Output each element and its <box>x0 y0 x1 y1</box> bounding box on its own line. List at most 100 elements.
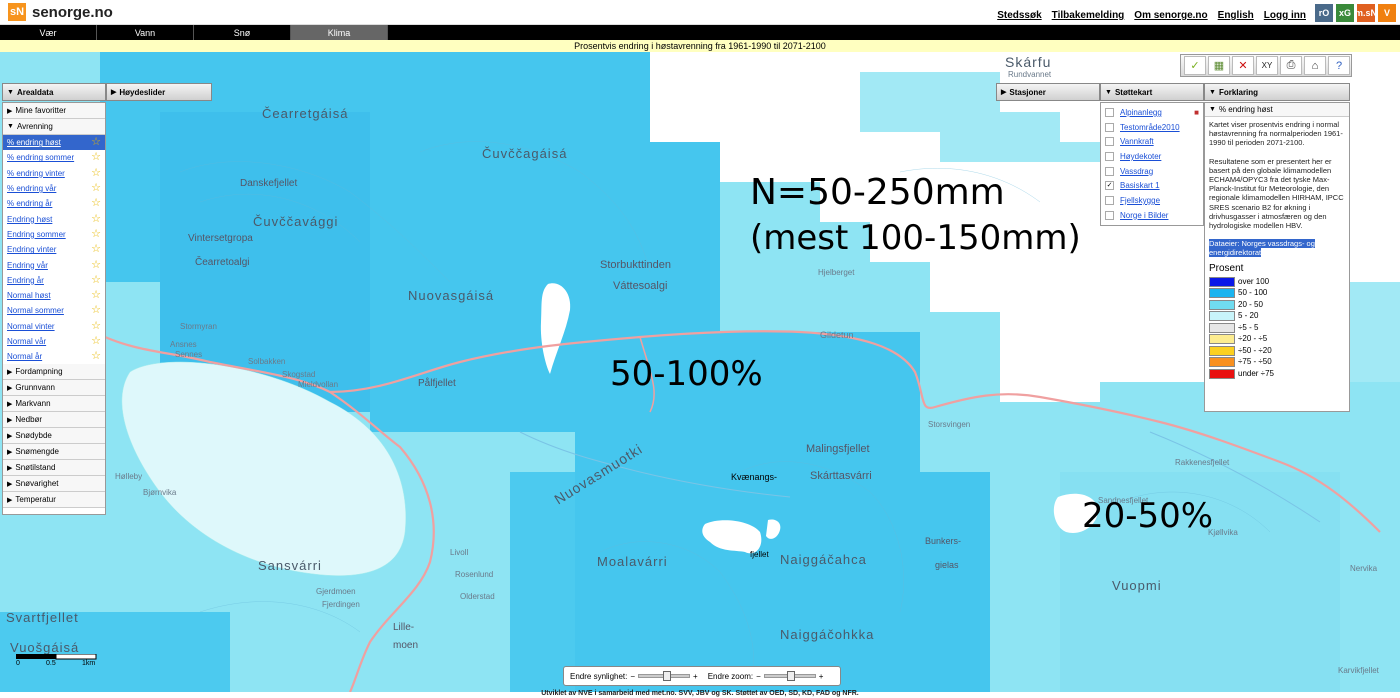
checkbox[interactable] <box>1105 122 1114 132</box>
favorite-star-icon[interactable]: ☆ <box>91 259 101 271</box>
layer-link[interactable]: Endring vår <box>7 261 48 270</box>
print-icon[interactable]: ⎙ <box>1280 56 1302 75</box>
favorite-star-icon[interactable]: ☆ <box>91 213 101 225</box>
section-item[interactable]: ▶ Snødybde <box>3 428 105 445</box>
tab-vaer[interactable]: Vær <box>0 25 97 40</box>
stottekart-item[interactable]: Testområde2010 <box>1101 120 1203 135</box>
link-tilbakemelding[interactable]: Tilbakemelding <box>1052 10 1125 21</box>
tab-klima[interactable]: Klima <box>291 25 388 40</box>
partner-logo[interactable]: rO <box>1315 4 1333 22</box>
layer-item[interactable]: Normal sommer ☆ <box>3 303 105 318</box>
partner-logo[interactable]: m.sN <box>1355 4 1377 22</box>
stottekart-link[interactable]: Testområde2010 <box>1120 123 1180 132</box>
tab-sno[interactable]: Snø <box>194 25 291 40</box>
favorite-star-icon[interactable]: ☆ <box>91 320 101 332</box>
layer-link[interactable]: Normal år <box>7 352 42 361</box>
layer-item[interactable]: Normal år ☆ <box>3 349 105 364</box>
help-icon[interactable]: ? <box>1328 56 1350 75</box>
zoom-thumb[interactable] <box>786 671 795 681</box>
favorite-star-icon[interactable]: ☆ <box>91 244 101 255</box>
link-om[interactable]: Om senorge.no <box>1134 10 1207 21</box>
stottekart-link[interactable]: Vannkraft <box>1120 137 1154 146</box>
plus-icon[interactable]: + <box>693 672 698 681</box>
layer-item[interactable]: % endring vår ☆ <box>3 181 105 196</box>
link-english[interactable]: English <box>1218 10 1254 21</box>
partner-logo[interactable]: V <box>1378 4 1396 22</box>
stottekart-item[interactable]: ✓ Basiskart 1 <box>1101 178 1203 193</box>
grid-icon[interactable]: ▦ <box>1208 56 1230 75</box>
layer-item[interactable]: % endring vinter ☆ <box>3 166 105 181</box>
home-icon[interactable]: ⌂ <box>1304 56 1326 75</box>
visibility-track[interactable] <box>638 671 691 681</box>
layer-link[interactable]: % endring høst <box>7 138 61 147</box>
layer-link[interactable]: Normal høst <box>7 291 51 300</box>
layer-link[interactable]: Normal sommer <box>7 306 64 315</box>
favorite-star-icon[interactable]: ☆ <box>91 228 101 240</box>
section-item[interactable]: ▶ Snøtilstand <box>3 460 105 477</box>
section-item[interactable]: ▶ Snøvarighet <box>3 476 105 493</box>
layer-item[interactable]: Endring vinter ☆ <box>3 242 105 257</box>
section-avrenning[interactable]: ▼ Avrenning <box>3 119 105 135</box>
section-item[interactable]: ▶ Markvann <box>3 396 105 413</box>
layer-item[interactable]: % endring år ☆ <box>3 196 105 211</box>
minus-icon[interactable]: − <box>630 672 635 681</box>
section-item[interactable]: ▶ Temperatur <box>3 492 105 509</box>
stottekart-link[interactable]: Norge i Bilder <box>1120 211 1168 220</box>
layer-link[interactable]: % endring vinter <box>7 169 65 178</box>
favorite-star-icon[interactable]: ☆ <box>91 183 101 194</box>
section-item[interactable]: ▶ Nedbør <box>3 412 105 429</box>
layer-link[interactable]: Endring vinter <box>7 245 56 254</box>
forklaring-subheader[interactable]: ▼% endring høst <box>1205 103 1349 117</box>
layer-item[interactable]: Normal vinter ☆ <box>3 319 105 334</box>
link-stedssok[interactable]: Stedssøk <box>997 10 1041 21</box>
checkbox[interactable] <box>1105 166 1114 176</box>
checkbox[interactable] <box>1105 137 1114 147</box>
check-icon[interactable]: ✓ <box>1184 56 1206 75</box>
info-icon[interactable]: ■ <box>1194 108 1199 117</box>
stottekart-item[interactable]: Vannkraft <box>1101 134 1203 149</box>
visibility-slider[interactable]: Endre synlighet: − + <box>570 671 698 681</box>
partner-logo[interactable]: xG <box>1336 4 1354 22</box>
stottekart-link[interactable]: Alpinanlegg <box>1120 108 1162 117</box>
layer-link[interactable]: Endring høst <box>7 215 52 224</box>
layer-item[interactable]: Endring vår ☆ <box>3 257 105 272</box>
favorite-star-icon[interactable]: ☆ <box>91 305 101 316</box>
link-logg-inn[interactable]: Logg inn <box>1264 10 1306 21</box>
xy-icon[interactable]: XY <box>1256 56 1278 75</box>
checkbox[interactable] <box>1105 210 1114 220</box>
favorite-star-icon[interactable]: ☆ <box>91 152 101 163</box>
plus-icon[interactable]: + <box>819 672 824 681</box>
stottekart-link[interactable]: Fjellskygge <box>1120 196 1160 205</box>
layer-item[interactable]: Endring år ☆ <box>3 273 105 288</box>
section-item[interactable]: ▶ Snømengde <box>3 444 105 461</box>
favorite-star-icon[interactable]: ☆ <box>91 290 101 301</box>
layer-link[interactable]: % endring vår <box>7 184 56 193</box>
layer-link[interactable]: % endring sommer <box>7 153 74 162</box>
tab-forklaring[interactable]: ▼ Forklaring <box>1204 83 1350 101</box>
layer-item[interactable]: Normal høst ☆ <box>3 288 105 303</box>
layer-item[interactable]: Endring sommer ☆ <box>3 227 105 242</box>
minus-icon[interactable]: − <box>756 672 761 681</box>
checkbox[interactable] <box>1105 151 1114 161</box>
checkbox[interactable] <box>1105 107 1114 117</box>
layer-link[interactable]: Normal vinter <box>7 322 55 331</box>
tab-hoydeslider[interactable]: ▶ Høydeslider <box>106 83 212 101</box>
favorite-star-icon[interactable]: ☆ <box>91 274 101 286</box>
checkbox[interactable]: ✓ <box>1105 181 1114 191</box>
stottekart-link[interactable]: Vassdrag <box>1120 167 1153 176</box>
favorite-star-icon[interactable]: ☆ <box>91 137 101 148</box>
favorite-star-icon[interactable]: ☆ <box>91 167 101 179</box>
section-item[interactable]: ▶ Grunnvann <box>3 380 105 397</box>
layer-item[interactable]: % endring sommer ☆ <box>3 150 105 165</box>
layer-link[interactable]: Normal vår <box>7 337 46 346</box>
site-logo[interactable]: sN senorge.no <box>8 3 113 21</box>
layer-item[interactable]: Normal vår ☆ <box>3 334 105 349</box>
tab-arealdata[interactable]: ▼ Arealdata <box>2 83 106 101</box>
zoom-slider[interactable]: Endre zoom: − + <box>708 671 824 681</box>
section-item[interactable]: ▶ Fordampning <box>3 364 105 381</box>
close-icon[interactable]: ✕ <box>1232 56 1254 75</box>
layer-item[interactable]: Endring høst ☆ <box>3 211 105 226</box>
layer-link[interactable]: Endring år <box>7 276 44 285</box>
checkbox[interactable] <box>1105 195 1114 205</box>
favorite-star-icon[interactable]: ☆ <box>91 336 101 347</box>
